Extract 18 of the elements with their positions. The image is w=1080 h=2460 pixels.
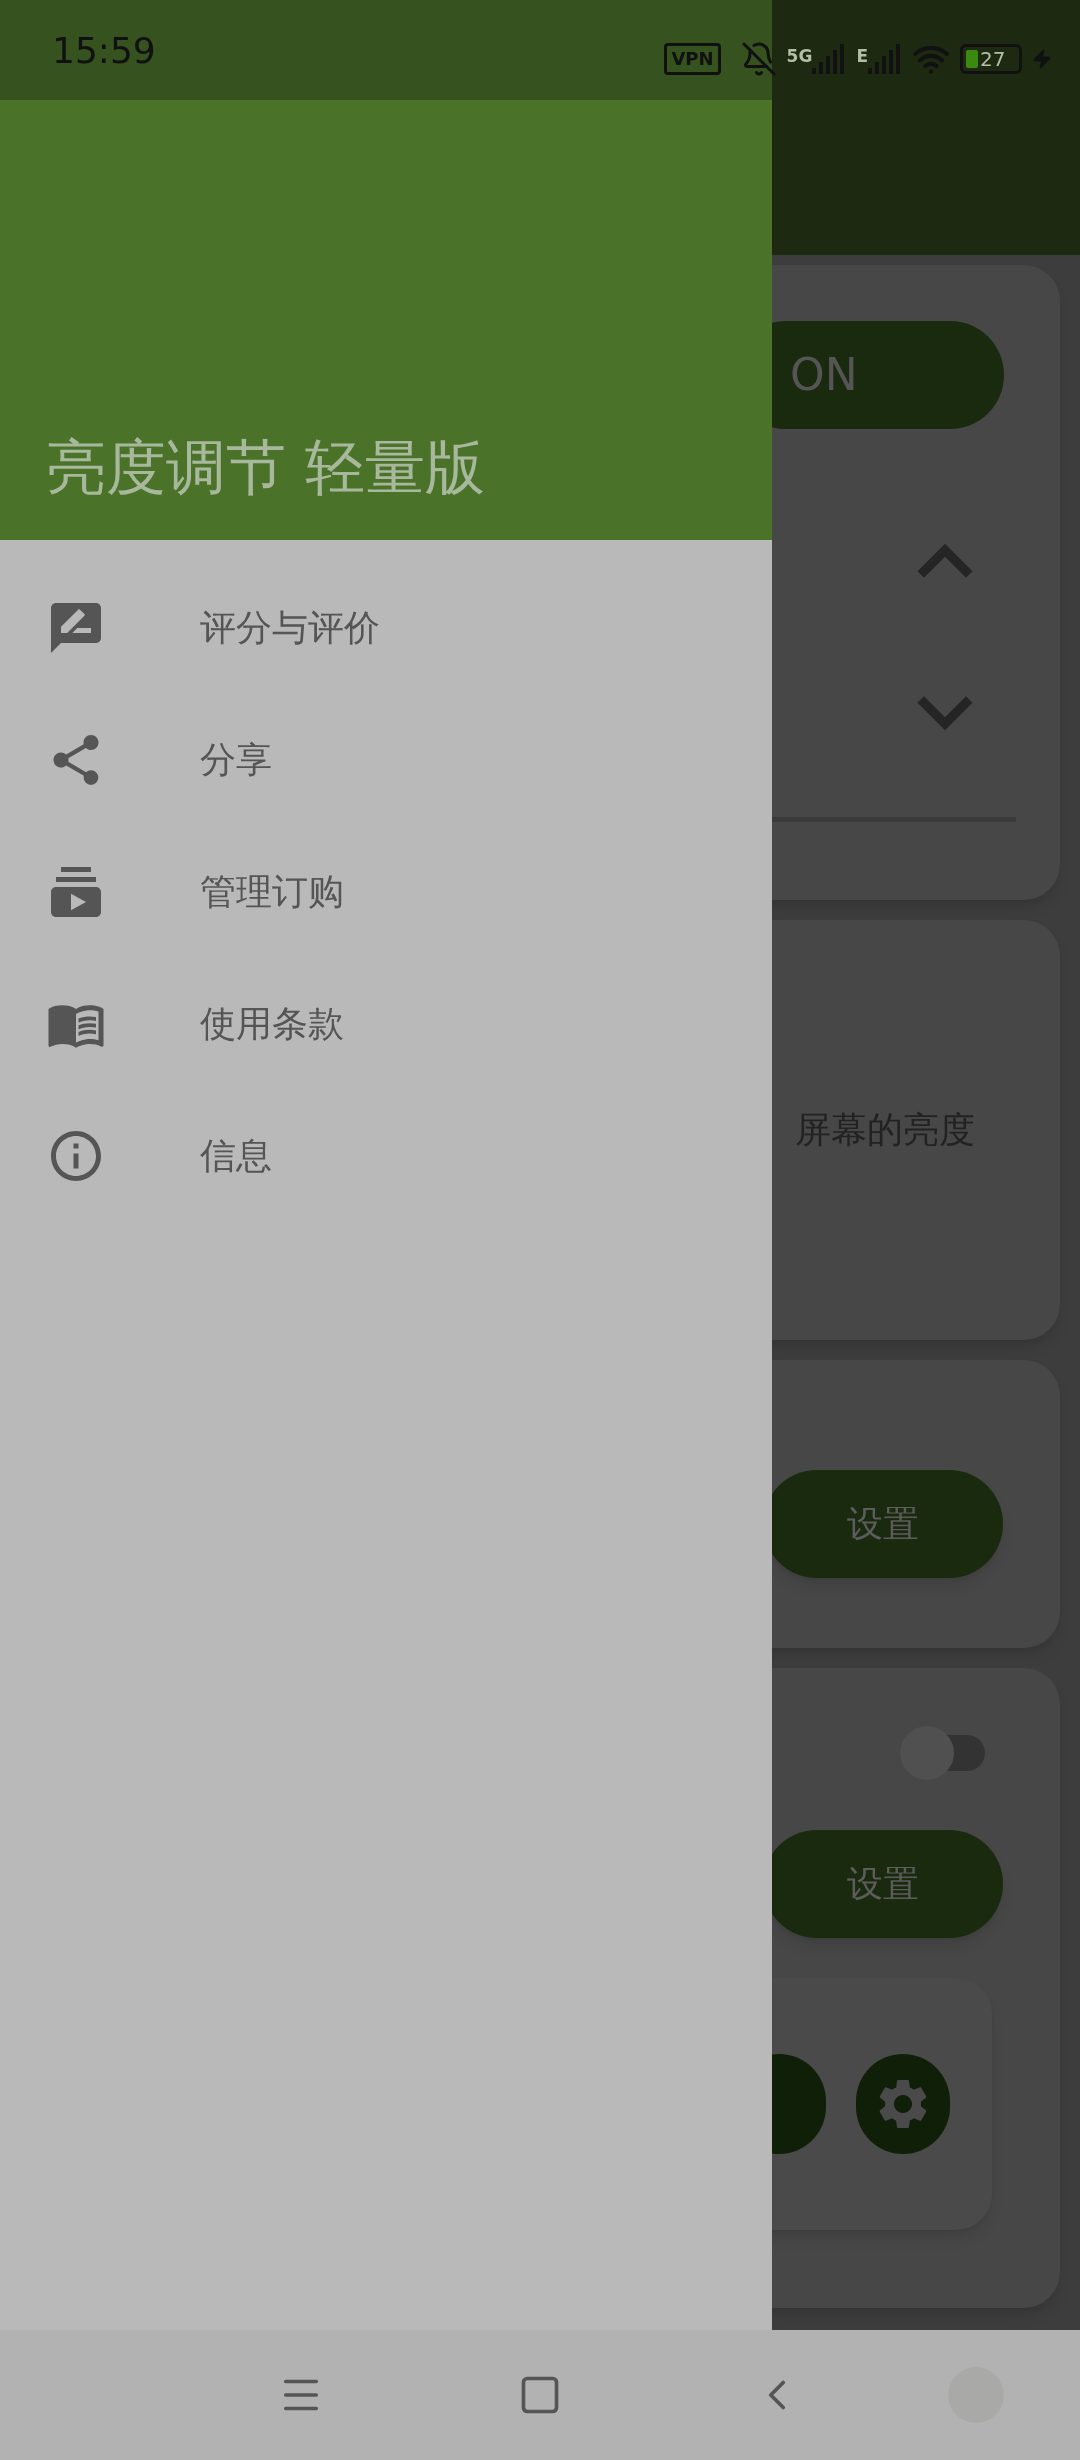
drawer-title: 亮度调节 轻量版	[46, 431, 487, 504]
network-type: 5G	[786, 45, 813, 68]
drawer-menu-item[interactable]: 管理订购	[0, 826, 772, 958]
toggle-switch[interactable]	[900, 1726, 985, 1780]
drawer-menu-item[interactable]: 评分与评价	[0, 562, 772, 694]
settings-button[interactable]: 设置	[772, 1830, 1003, 1938]
vpn-indicator: VPN	[664, 43, 721, 75]
network-type: E	[856, 45, 868, 68]
power-button[interactable]: ON	[772, 321, 1004, 429]
drawer-menu-item[interactable]: 分享	[0, 694, 772, 826]
bell-off-icon	[740, 41, 777, 77]
drawer-menu-item[interactable]: 使用条款	[0, 958, 772, 1090]
settings-button[interactable]: 设置	[772, 1470, 1003, 1578]
drawer-menu-item[interactable]: 信息	[0, 1090, 772, 1222]
battery-icon: 27	[960, 44, 1022, 74]
signal-icon	[812, 44, 847, 74]
signal-icon	[868, 44, 902, 74]
status-time: 15:59	[52, 29, 156, 73]
